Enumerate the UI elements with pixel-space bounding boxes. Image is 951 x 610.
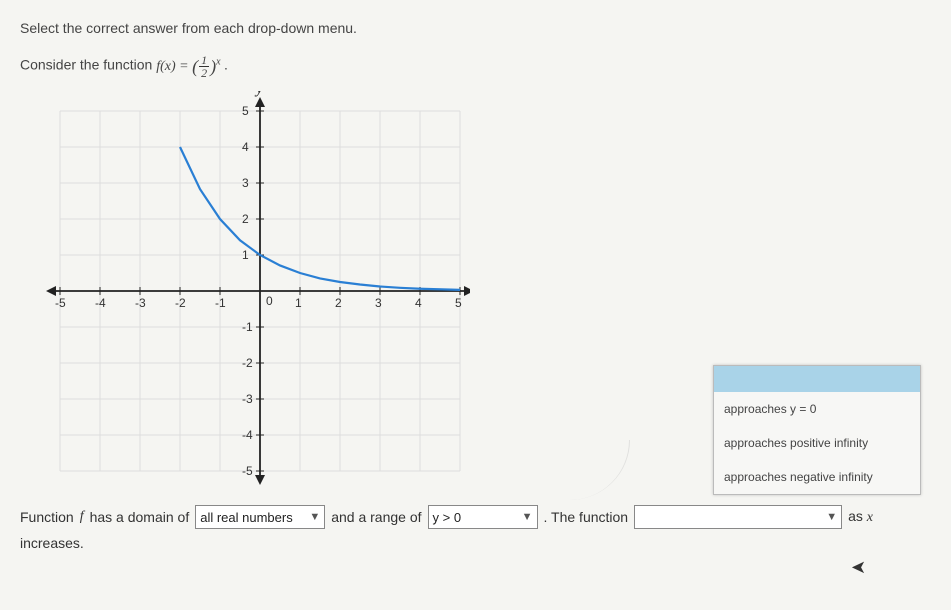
svg-text:1: 1 [242,248,249,262]
svg-text:2: 2 [242,212,249,226]
chevron-down-icon: ▼ [826,511,837,523]
svg-text:5: 5 [455,296,462,310]
period: . [224,57,228,73]
decorative-curve [510,440,630,500]
exponent: x [216,56,220,67]
function-expression: f(x) = (12)x [156,59,224,74]
svg-text:2: 2 [335,296,342,310]
sentence-part6: increases. [20,535,931,551]
sentence-part3: and a range of [331,509,421,525]
sentence-part1: Function [20,509,74,525]
svg-text:-2: -2 [175,296,186,310]
chart-svg: -5-4-3-2-1012345-5-4-3-2-112345yx [30,91,470,491]
svg-text:-5: -5 [242,464,253,478]
svg-text:-1: -1 [215,296,226,310]
svg-text:-5: -5 [55,296,66,310]
sentence-part4: . The function [544,509,629,525]
sentence-part2: has a domain of [90,509,190,525]
chevron-down-icon: ▼ [309,511,320,523]
svg-text:y: y [254,91,264,97]
dropdown-option-negative-infinity[interactable]: approaches negative infinity [714,460,920,494]
sentence-f: f [80,509,84,525]
dropdown-option-blank[interactable] [714,366,920,392]
left-paren: ( [192,56,198,76]
consider-text: Consider the function f(x) = (12)x . [20,54,931,79]
behavior-dropdown-panel: approaches y = 0 approaches positive inf… [713,365,921,495]
fraction: 12 [199,54,209,79]
svg-text:-3: -3 [135,296,146,310]
svg-text:-1: -1 [242,320,253,334]
domain-dropdown[interactable]: all real numbers ▼ [195,505,325,529]
svg-text:5: 5 [242,104,249,118]
lhs: f(x) = [156,59,192,74]
answer-sentence: Function f has a domain of all real numb… [20,505,940,529]
dropdown-option-positive-infinity[interactable]: approaches positive infinity [714,426,920,460]
svg-text:-3: -3 [242,392,253,406]
svg-text:4: 4 [242,140,249,154]
sentence-x: x [867,510,873,525]
behavior-dropdown[interactable]: ▼ [634,505,842,529]
range-dropdown-value: y > 0 [433,510,462,525]
svg-text:3: 3 [242,176,249,190]
range-dropdown[interactable]: y > 0 ▼ [428,505,538,529]
svg-text:3: 3 [375,296,382,310]
svg-text:0: 0 [266,294,273,308]
svg-text:4: 4 [415,296,422,310]
dropdown-option-approaches-zero[interactable]: approaches y = 0 [714,392,920,426]
fraction-denominator: 2 [199,67,209,79]
svg-text:-2: -2 [242,356,253,370]
chevron-down-icon: ▼ [522,511,533,523]
cursor-icon: ➤ [851,557,866,578]
sentence-part5: as [848,508,867,524]
graph: -5-4-3-2-1012345-5-4-3-2-112345yx [30,91,470,491]
svg-text:1: 1 [295,296,302,310]
domain-dropdown-value: all real numbers [200,510,293,525]
svg-text:-4: -4 [95,296,106,310]
svg-text:-4: -4 [242,428,253,442]
instruction-text: Select the correct answer from each drop… [20,20,931,36]
consider-prefix: Consider the function [20,57,156,73]
